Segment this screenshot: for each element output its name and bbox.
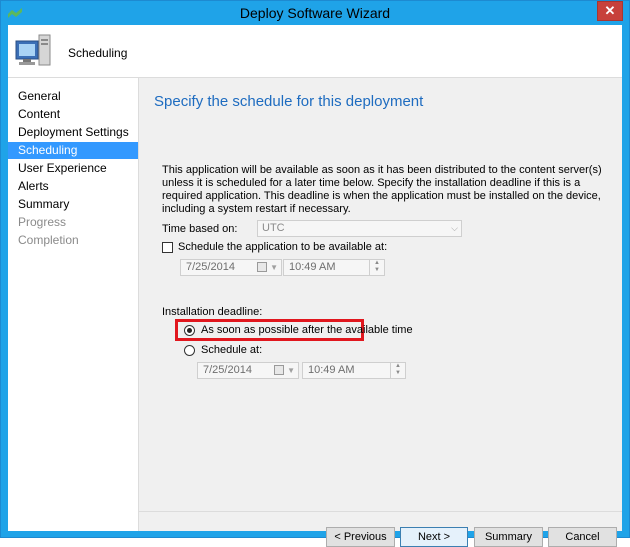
nav-item-scheduling[interactable]: Scheduling bbox=[8, 142, 138, 159]
calendar-icon bbox=[274, 365, 284, 375]
deadline-date-field[interactable]: 7/25/2014 ▼ bbox=[197, 362, 299, 379]
next-button[interactable]: Next > bbox=[400, 527, 468, 547]
wizard-client: Scheduling General Content Deployment Se… bbox=[8, 25, 622, 547]
wizard-header: Scheduling bbox=[8, 25, 622, 78]
deadline-time-field[interactable]: 10:49 AM ▲ ▼ bbox=[302, 362, 406, 379]
chevron-down-icon: ▼ bbox=[270, 263, 278, 272]
available-date-field[interactable]: 7/25/2014 ▼ bbox=[180, 259, 282, 276]
nav-item-user-experience[interactable]: User Experience bbox=[8, 160, 138, 177]
schedule-at-label: Schedule at: bbox=[201, 344, 263, 356]
close-button[interactable]: ✕ bbox=[597, 1, 623, 21]
nav-item-completion: Completion bbox=[18, 233, 79, 247]
nav-item-summary[interactable]: Summary bbox=[8, 196, 138, 213]
time-based-select[interactable]: UTC ⌵ bbox=[257, 220, 462, 237]
computer-icon bbox=[15, 34, 51, 66]
nav-item-deployment-settings[interactable]: Deployment Settings bbox=[8, 124, 138, 141]
nav-item-alerts[interactable]: Alerts bbox=[8, 178, 138, 195]
wizard-nav: General Content Deployment Settings Sche… bbox=[8, 78, 139, 531]
schedule-available-checkbox[interactable] bbox=[162, 242, 173, 253]
spinner-icon[interactable]: ▲ ▼ bbox=[390, 363, 405, 378]
main-panel: Specify the schedule for this deployment… bbox=[139, 78, 622, 547]
summary-button[interactable]: Summary bbox=[474, 527, 543, 547]
schedule-at-radio[interactable] bbox=[184, 345, 195, 356]
chevron-down-icon: ▼ bbox=[287, 366, 295, 375]
spinner-icon[interactable]: ▲ ▼ bbox=[369, 260, 384, 275]
deadline-date-value: 7/25/2014 bbox=[203, 364, 252, 376]
available-time-value: 10:49 AM bbox=[289, 261, 336, 273]
time-based-value: UTC bbox=[262, 222, 285, 234]
time-based-label: Time based on: bbox=[162, 223, 238, 235]
available-date-value: 7/25/2014 bbox=[186, 261, 235, 273]
button-separator bbox=[139, 511, 622, 512]
asap-label: As soon as possible after the available … bbox=[201, 324, 413, 336]
close-icon: ✕ bbox=[604, 3, 616, 18]
schedule-available-label: Schedule the application to be available… bbox=[178, 241, 388, 253]
calendar-icon bbox=[257, 262, 267, 272]
nav-item-general[interactable]: General bbox=[8, 88, 138, 105]
asap-radio[interactable] bbox=[184, 325, 195, 336]
window-title: Deploy Software Wizard bbox=[239, 5, 391, 21]
available-time-field[interactable]: 10:49 AM ▲ ▼ bbox=[283, 259, 385, 276]
title-bar[interactable]: Deploy Software Wizard ✕ bbox=[1, 1, 629, 25]
deadline-time-value: 10:49 AM bbox=[308, 364, 355, 376]
header-title: Scheduling bbox=[68, 46, 128, 60]
schedule-description: This application will be available as so… bbox=[162, 164, 602, 215]
cancel-button[interactable]: Cancel bbox=[548, 527, 617, 547]
nav-item-progress: Progress bbox=[18, 215, 67, 229]
nav-item-content[interactable]: Content bbox=[8, 106, 138, 123]
previous-button[interactable]: < Previous bbox=[326, 527, 395, 547]
chevron-down-icon: ⌵ bbox=[451, 223, 458, 233]
deadline-label: Installation deadline: bbox=[162, 306, 263, 318]
wizard-window: Deploy Software Wizard ✕ Scheduling Gene… bbox=[0, 0, 630, 547]
page-title: Specify the schedule for this deployment bbox=[154, 93, 424, 110]
